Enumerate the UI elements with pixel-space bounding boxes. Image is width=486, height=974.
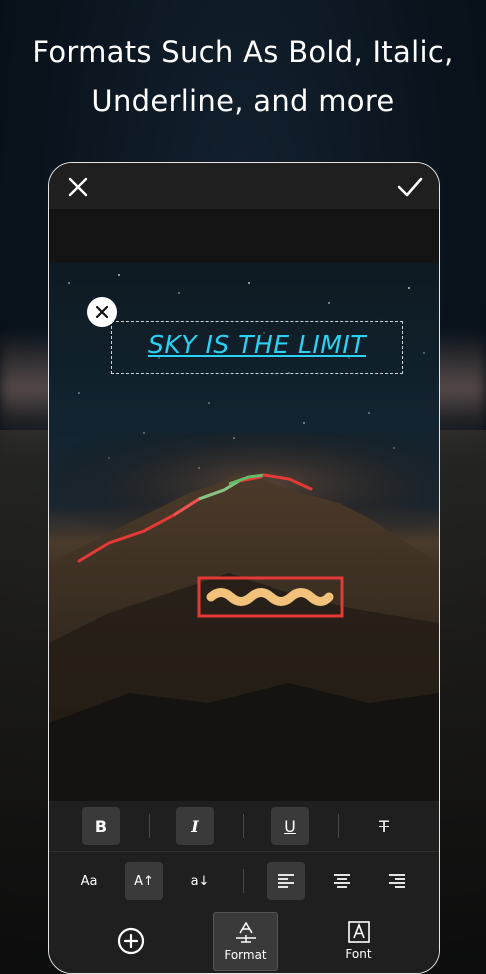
headline-line-2: Underline, and more <box>91 84 395 118</box>
divider <box>243 869 244 893</box>
align-right-button[interactable] <box>378 862 416 900</box>
close-icon <box>95 305 109 319</box>
divider <box>243 814 244 838</box>
align-left-button[interactable] <box>267 862 305 900</box>
text-layer[interactable]: SKY IS THE LIMIT <box>112 330 402 359</box>
close-icon <box>68 177 88 197</box>
confirm-button[interactable] <box>395 172 425 202</box>
underline-button[interactable]: U <box>271 807 309 845</box>
remove-text-button[interactable] <box>87 297 117 327</box>
increase-size-button[interactable]: A↑ <box>125 862 163 900</box>
check-icon <box>397 177 423 197</box>
strikethrough-button[interactable]: T <box>365 807 403 845</box>
size-align-row: Aa A↑ a↓ <box>49 852 439 910</box>
strikethrough-label: T <box>379 816 389 836</box>
italic-label: I <box>191 816 199 836</box>
underline-label: U <box>284 816 296 836</box>
divider <box>149 814 150 838</box>
bold-button[interactable]: B <box>82 807 120 845</box>
close-button[interactable] <box>63 172 93 202</box>
tab-font[interactable]: Font <box>327 912 390 969</box>
bold-label: B <box>94 816 108 836</box>
text-case-label: Aa <box>80 873 98 889</box>
style-row: B I U T <box>49 801 439 852</box>
format-panel: B I U T Aa A↑ a↓ Format Font <box>49 801 439 973</box>
add-text-button[interactable] <box>99 912 162 969</box>
tab-format-label: Format <box>224 947 267 962</box>
format-icon <box>235 921 256 943</box>
increase-size-label: A↑ <box>134 873 154 889</box>
italic-button[interactable]: I <box>176 807 214 845</box>
align-left-icon <box>278 874 294 888</box>
align-right-icon <box>389 874 405 888</box>
text-case-button[interactable]: Aa <box>70 862 108 900</box>
font-icon <box>347 920 370 943</box>
photo-canvas[interactable]: SKY IS THE LIMIT <box>49 263 439 801</box>
decrease-size-label: a↓ <box>190 873 210 889</box>
tab-format[interactable]: Format <box>213 912 278 971</box>
bottom-tab-bar: Format Font <box>49 910 439 973</box>
editor-toolbar <box>49 163 439 209</box>
align-center-button[interactable] <box>323 862 361 900</box>
headline: Formats Such As Bold, Italic, Underline,… <box>0 28 486 126</box>
divider <box>338 814 339 838</box>
text-layer-box[interactable]: SKY IS THE LIMIT <box>111 321 403 374</box>
plus-circle-icon <box>117 927 144 954</box>
align-center-icon <box>334 874 350 888</box>
tab-font-label: Font <box>345 946 372 961</box>
canvas-top-margin <box>49 209 439 263</box>
headline-line-1: Formats Such As Bold, Italic, <box>32 35 454 69</box>
decrease-size-button[interactable]: a↓ <box>181 862 219 900</box>
phone-frame: SKY IS THE LIMIT B I U T Aa A↑ a↓ Format… <box>48 162 440 974</box>
